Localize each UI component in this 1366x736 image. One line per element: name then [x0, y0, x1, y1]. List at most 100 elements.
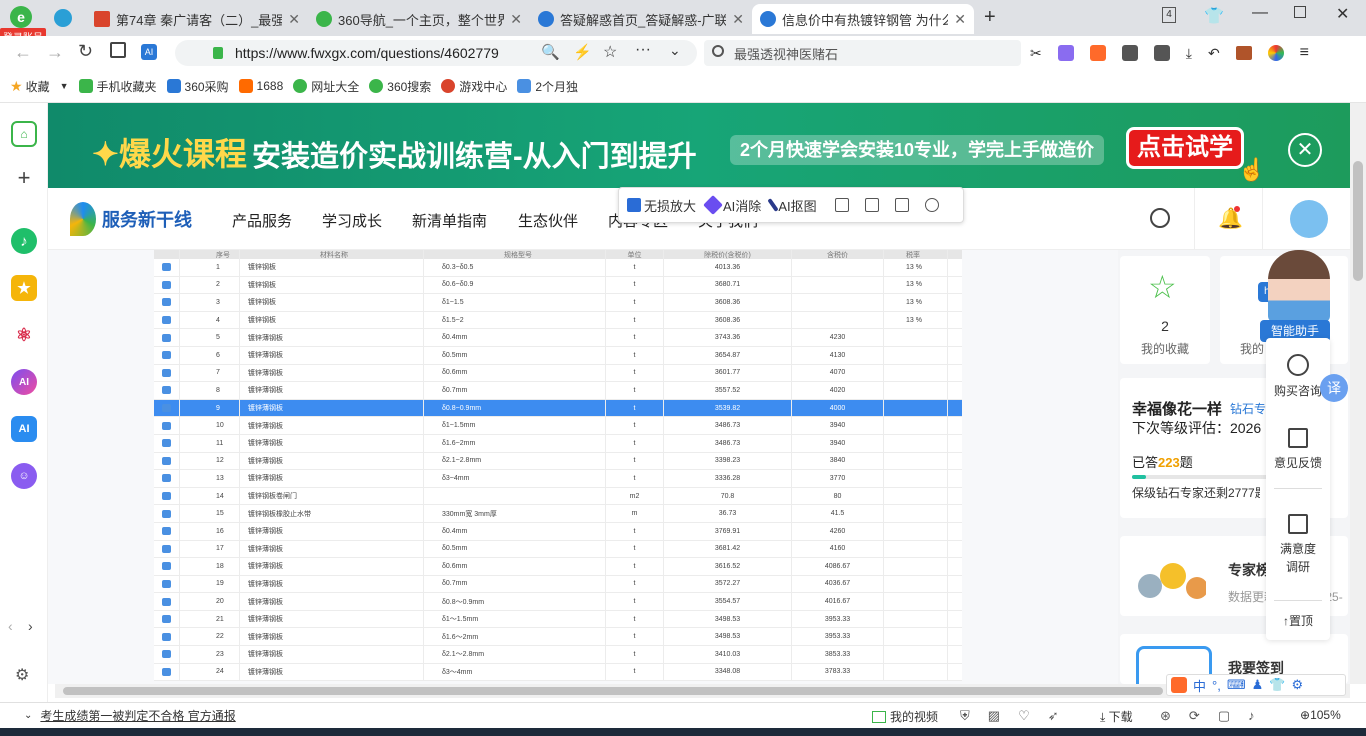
translate-icon[interactable] — [1057, 45, 1074, 61]
tab-4-active[interactable]: 信息价中有热镀锌钢管 为什么 ✕ — [752, 4, 974, 34]
table-header: 序号 材料名称 规格型号 单位 除税价(含税价) 含税价 税率 — [154, 250, 962, 259]
zoom-icon[interactable]: 🔍 — [541, 43, 560, 61]
favorite-star-icon[interactable]: ★ — [11, 275, 37, 301]
undo-icon[interactable]: ↶ — [1208, 45, 1220, 62]
puzzle-icon[interactable] — [1153, 45, 1170, 61]
my-video[interactable]: 我的视频 — [872, 708, 938, 725]
scissors-icon[interactable]: ✂ — [1030, 45, 1042, 62]
home-icon[interactable] — [110, 42, 126, 58]
download-icon[interactable]: ⤓ — [1186, 45, 1192, 62]
bookmark-image[interactable]: 2个月独 — [517, 78, 578, 95]
more-icon[interactable]: ··· — [635, 41, 651, 59]
bookmark-mobile[interactable]: 手机收藏夹 — [78, 78, 157, 95]
edit-image-icon[interactable] — [834, 198, 849, 212]
tab-count-badge[interactable]: 4 — [1162, 7, 1176, 23]
sidebar-prev-icon[interactable]: ‹ — [8, 618, 13, 634]
lossless-zoom-button[interactable]: 无损放大 — [627, 196, 696, 215]
ai-erase-button[interactable]: AI消除 — [703, 195, 761, 215]
chevron-down-icon[interactable]: ⌄ — [24, 710, 32, 721]
ai-icon[interactable]: AI — [11, 416, 37, 442]
add-icon[interactable]: + — [11, 165, 37, 191]
scroll-thumb[interactable] — [63, 687, 1163, 695]
360-icon — [316, 11, 332, 27]
rocket-icon[interactable]: ➶ — [1048, 708, 1059, 724]
bookmark-360cg[interactable]: 360采购 — [166, 78, 229, 95]
assistant-avatar[interactable] — [1268, 250, 1330, 322]
feedback-button[interactable]: 意见反馈 — [1266, 428, 1330, 471]
chevron-down-icon[interactable]: ⌄ — [669, 42, 681, 59]
vertical-scrollbar[interactable] — [1350, 103, 1366, 684]
shield-icon[interactable]: ⛨ — [960, 708, 970, 724]
nav-products[interactable]: 产品服务 — [232, 210, 292, 231]
ai-assistant-icon[interactable]: AI — [11, 369, 37, 395]
game-icon[interactable] — [1089, 45, 1106, 61]
image-icon[interactable]: ▨ — [988, 708, 1000, 724]
book-icon[interactable] — [1121, 45, 1138, 61]
briefcase-icon[interactable] — [1235, 46, 1252, 60]
bookmark-favorites[interactable]: ★ 收藏 ▼ — [10, 78, 69, 95]
back-icon[interactable]: ← — [14, 42, 32, 63]
incognito-icon[interactable]: ⊛ — [1160, 708, 1171, 724]
heart-icon[interactable]: ♡ — [1018, 708, 1030, 724]
browser-logo-icon[interactable]: e — [8, 4, 34, 30]
ime-toolbar[interactable]: 中 °, ⌨ ♟ 👕 ⚙ — [1166, 674, 1346, 696]
downloads[interactable]: ⤓ 下载 — [1100, 708, 1133, 725]
try-course-button[interactable]: 点击试学 — [1126, 127, 1244, 169]
bookmark-1688[interactable]: 1688 — [238, 79, 283, 93]
network-icon[interactable]: ⚛ — [11, 322, 37, 348]
bookmark-sites[interactable]: 网址大全 — [293, 78, 359, 95]
address-bar[interactable]: https://www.fwxgx.com/questions/4602779 … — [175, 40, 697, 66]
home-icon[interactable]: ⌂ — [11, 121, 37, 147]
window-icon[interactable]: ▢ — [1218, 708, 1230, 724]
restore-icon[interactable] — [1294, 6, 1306, 18]
close-window-icon[interactable]: ✕ — [1336, 4, 1349, 24]
ai-cutout-button[interactable]: AI抠图 — [767, 196, 817, 215]
telegram-icon[interactable] — [54, 9, 72, 27]
close-icon[interactable]: ✕ — [288, 11, 300, 28]
course-banner[interactable]: ✦爆火课程 安装造价实战训练营-从入门到提升 2个月快速学会安装10专业，学完上… — [48, 103, 1350, 188]
volume-icon[interactable]: ♪ — [1248, 708, 1255, 724]
nav-bill-guide[interactable]: 新清单指南 — [412, 210, 487, 231]
back-to-top-button[interactable]: ↑置顶 — [1266, 612, 1330, 629]
ai-icon[interactable]: AI — [141, 44, 157, 60]
horizontal-scrollbar[interactable] — [55, 684, 1350, 698]
scroll-thumb[interactable] — [1353, 161, 1363, 281]
settings-icon[interactable]: ⚙ — [15, 665, 29, 685]
minimize-icon[interactable]: — — [1252, 4, 1268, 22]
translate-float[interactable]: 译 — [1320, 374, 1348, 402]
site-search-icon[interactable] — [1150, 208, 1170, 228]
image-settings-icon[interactable] — [924, 198, 939, 212]
tab-2[interactable]: 360导航_一个主页，整个世界 ✕ — [308, 4, 530, 34]
survey-button[interactable]: 满意度 调研 — [1266, 514, 1330, 576]
shirt-icon[interactable]: 👕 — [1204, 6, 1224, 26]
reload-icon[interactable]: ↻ — [78, 41, 93, 62]
menu-icon[interactable]: ≡ — [1300, 44, 1309, 62]
flash-icon[interactable]: ⚡ — [573, 43, 592, 61]
tab-1[interactable]: 第74章 秦广请客（二）_最强 ✕ — [86, 4, 308, 34]
star-icon[interactable]: ☆ — [603, 42, 617, 62]
site-logo[interactable]: 服务新干线 — [70, 202, 192, 236]
robot-icon[interactable]: ☺ — [11, 463, 37, 489]
close-icon[interactable]: ✕ — [954, 11, 966, 28]
360-color-icon[interactable] — [1267, 45, 1284, 61]
avatar[interactable] — [1290, 200, 1328, 238]
new-tab-icon[interactable]: + — [984, 6, 996, 29]
favorites-card[interactable]: ☆ 2 我的收藏 — [1120, 256, 1210, 364]
zoom-level[interactable]: ⊕105% — [1300, 708, 1341, 722]
close-icon[interactable]: ✕ — [510, 11, 522, 28]
save-image-icon[interactable] — [894, 198, 909, 212]
bookmark-search[interactable]: 360搜索 — [369, 78, 431, 95]
search-input[interactable]: 最强透视神医赌石 — [704, 40, 1021, 66]
close-icon[interactable]: ✕ — [732, 11, 744, 28]
bookmark-games[interactable]: 游戏中心 — [441, 78, 507, 95]
tab-3[interactable]: 答疑解惑首页_答疑解惑-广联达 ✕ — [530, 4, 752, 34]
news-ticker[interactable]: 考生成绩第一被判定不合格 官方通报 — [40, 707, 235, 724]
sidebar-next-icon[interactable]: › — [28, 618, 33, 634]
banner-close-button[interactable]: ✕ — [1288, 133, 1322, 167]
nav-learning[interactable]: 学习成长 — [322, 210, 382, 231]
sync-icon[interactable]: ⟳ — [1189, 708, 1200, 724]
forward-icon[interactable]: → — [46, 42, 64, 63]
crop-icon[interactable] — [864, 198, 879, 212]
nav-partners[interactable]: 生态伙伴 — [518, 210, 578, 231]
douyin-icon[interactable]: ♪ — [11, 228, 37, 254]
